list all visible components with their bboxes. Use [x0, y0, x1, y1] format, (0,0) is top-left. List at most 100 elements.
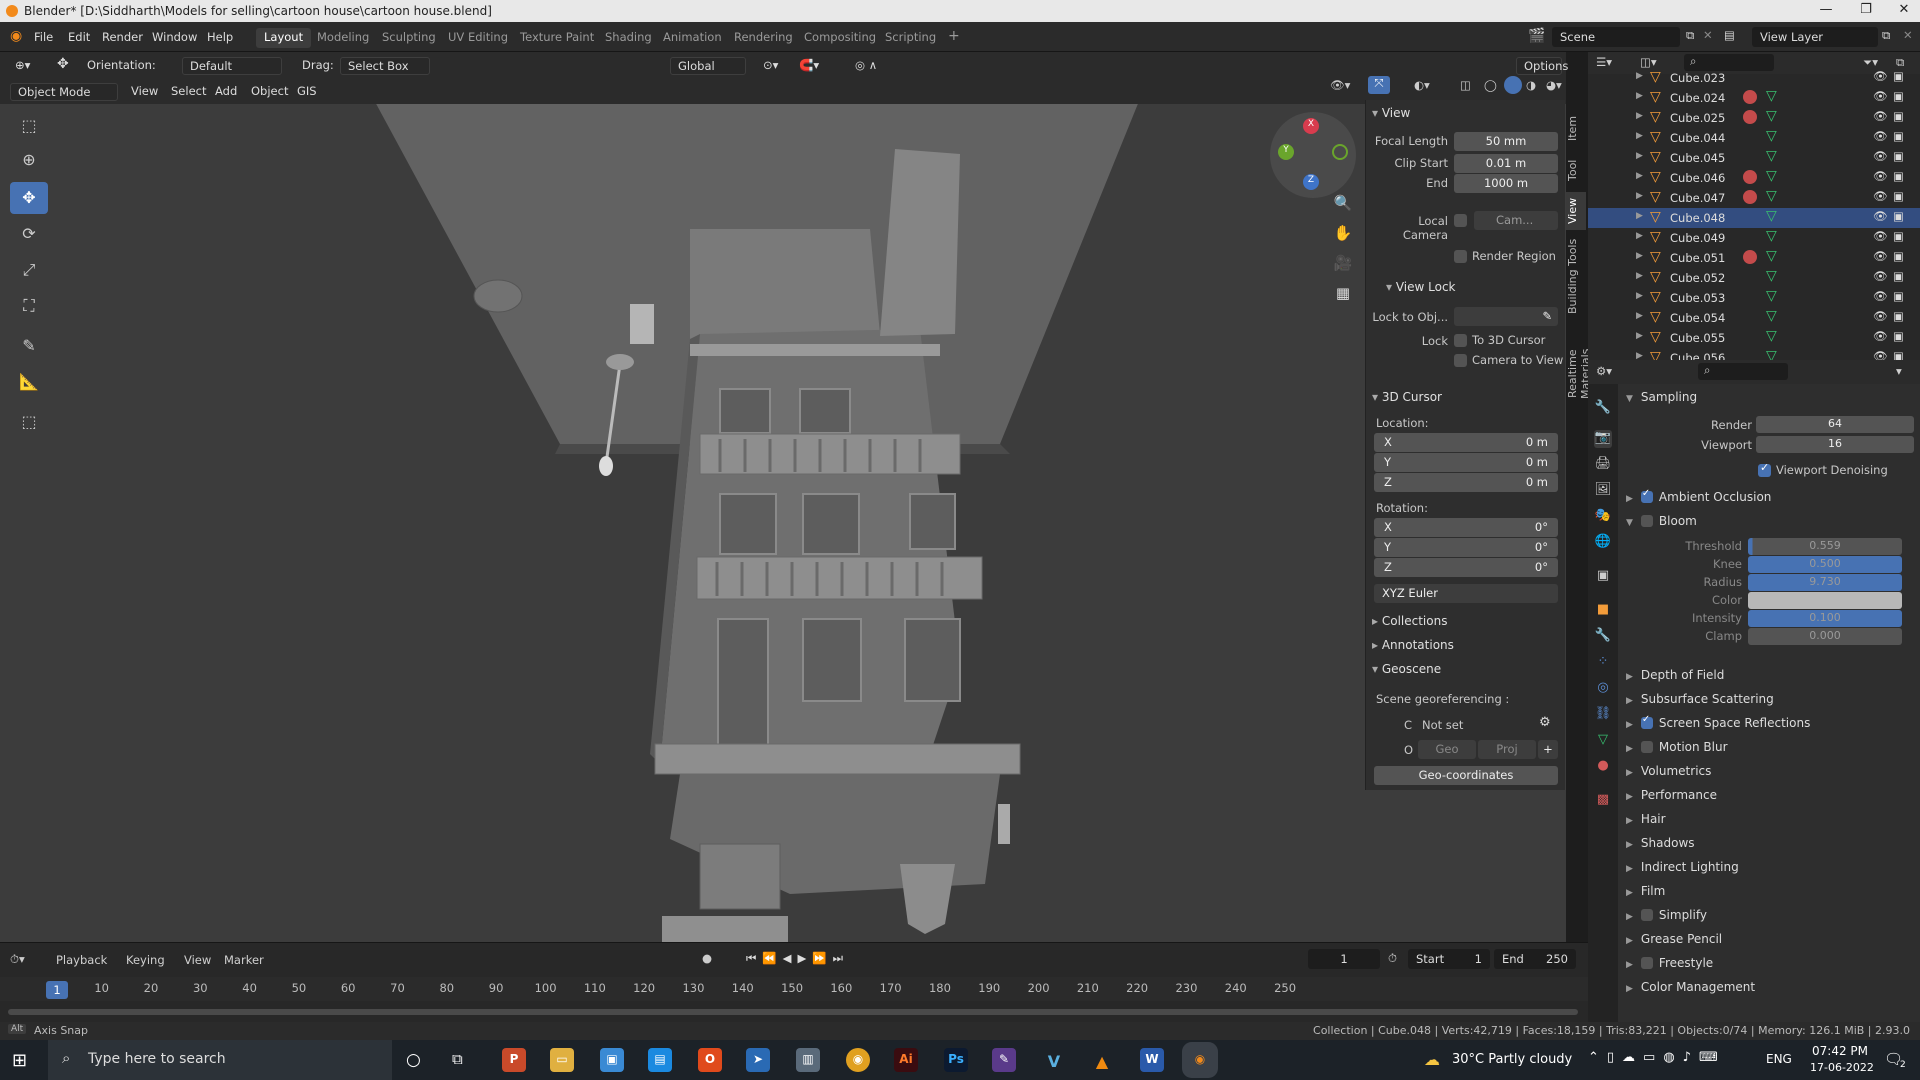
object-name[interactable]: Cube.054 [1670, 311, 1725, 325]
proj-button[interactable]: Proj [1478, 740, 1536, 759]
render-camera-icon[interactable]: ▣ [1893, 69, 1904, 83]
expand-arrow-icon[interactable]: ▶ [1626, 816, 1633, 826]
render-camera-icon[interactable]: ▣ [1893, 189, 1904, 203]
visibility-eye-icon[interactable]: 👁 [1873, 69, 1888, 83]
menu-select[interactable]: Select [164, 83, 213, 101]
object-name[interactable]: Cube.023 [1670, 71, 1725, 85]
collection-tab-icon[interactable]: ▣ [1594, 568, 1612, 586]
vscode-icon[interactable]: V [1042, 1048, 1066, 1072]
outliner-editor-icon[interactable]: ☰▾ [1596, 55, 1612, 69]
material-shading-icon[interactable]: ◑ [1526, 78, 1536, 92]
render-camera-icon[interactable]: ▣ [1893, 249, 1904, 263]
scale-icon[interactable]: ⤢ [10, 254, 48, 286]
expand-arrow-icon[interactable]: ▶ [1626, 936, 1633, 946]
expand-arrow-icon[interactable]: ▶ [1636, 91, 1643, 101]
outliner-row[interactable]: ▶ ▽ Cube.025 ▽ 👁 ▣ [1588, 108, 1920, 128]
tab-compositing[interactable]: Compositing [796, 28, 884, 48]
mode-dropdown[interactable]: Object Mode [10, 83, 118, 101]
expand-arrow-icon[interactable]: ▶ [1626, 696, 1633, 706]
render-section[interactable]: ▶ Performance [1626, 788, 1717, 802]
outliner-row[interactable]: ▶ ▽ Cube.047 ▽ 👁 ▣ [1588, 188, 1920, 208]
clip-end-field[interactable]: 1000 m [1454, 174, 1558, 193]
render-region-checkbox[interactable] [1454, 250, 1467, 263]
object-name[interactable]: Cube.044 [1670, 131, 1725, 145]
telegram-icon[interactable]: ➤ [746, 1048, 770, 1072]
expand-arrow-icon[interactable]: ▶ [1636, 251, 1643, 261]
display-mode-icon[interactable]: ◫▾ [1640, 55, 1657, 69]
expand-arrow-icon[interactable]: ▶ [1626, 840, 1633, 850]
inkscape-icon[interactable]: ✎ [992, 1048, 1016, 1072]
constraints-tab-icon[interactable]: ⛓ [1594, 706, 1612, 724]
object-name[interactable]: Cube.049 [1670, 231, 1725, 245]
powerpoint-icon[interactable]: P [502, 1048, 526, 1072]
focal-length-field[interactable]: 50 mm [1454, 132, 1558, 151]
render-section[interactable]: ▶ Film [1626, 884, 1665, 898]
add-workspace-button[interactable]: + [940, 26, 968, 46]
new-scene-icon[interactable]: ⧉ [1686, 28, 1694, 43]
render-tab-icon[interactable]: 📷 [1594, 430, 1612, 448]
bloom-field-slider[interactable]: 9.730 [1748, 574, 1902, 591]
ambient-occlusion-section[interactable]: ▶Ambient Occlusion [1626, 488, 1771, 504]
cursor-location-y[interactable]: Y0 m [1374, 453, 1558, 472]
options-dropdown[interactable]: Options [1516, 57, 1568, 75]
visibility-eye-icon[interactable]: 👁 [1873, 189, 1888, 203]
outliner-row[interactable]: ▶ ▽ Cube.023 👁 ▣ [1588, 68, 1920, 88]
expand-arrow-icon[interactable]: ▶ [1626, 672, 1633, 682]
taskbar-search-box[interactable]: ⌕ Type here to search [48, 1040, 392, 1080]
tool-tab-icon[interactable]: 🔧 [1594, 400, 1612, 418]
collections-section-header[interactable]: Collections [1372, 614, 1448, 628]
visibility-eye-icon[interactable]: 👁 [1873, 129, 1888, 143]
task-view-icon[interactable]: ⧉ [452, 1050, 463, 1068]
cursor-rotation-y[interactable]: Y 0° [1374, 538, 1558, 557]
expand-arrow-icon[interactable]: ▶ [1636, 271, 1643, 281]
clock-icon[interactable]: ⏱ [1388, 951, 1397, 966]
expand-arrow-icon[interactable]: ▶ [1626, 792, 1633, 802]
render-section[interactable]: ▶ Freestyle [1626, 956, 1713, 970]
cursor-rotation-z[interactable]: Z 0° [1374, 558, 1558, 577]
tab-texture-paint[interactable]: Texture Paint [512, 28, 602, 48]
visibility-eye-icon[interactable]: 👁 [1873, 289, 1888, 303]
expand-arrow-icon[interactable]: ▶ [1636, 291, 1643, 301]
navigation-gizmo[interactable]: X Y Z [1270, 112, 1356, 198]
expand-arrow-icon[interactable]: ▶ [1636, 191, 1643, 201]
rotate-icon[interactable]: ⟳ [10, 218, 48, 250]
render-camera-icon[interactable]: ▣ [1893, 289, 1904, 303]
expand-arrow-icon[interactable]: ▶ [1636, 111, 1643, 121]
properties-editor-icon[interactable]: ⚙▾ [1596, 364, 1612, 378]
solid-shading-icon[interactable] [1504, 76, 1522, 94]
bloom-section[interactable]: ▼ Bloom [1626, 514, 1697, 528]
object-name[interactable]: Cube.045 [1670, 151, 1725, 165]
outliner-row[interactable]: ▶ ▽ Cube.049 ▽ 👁 ▣ [1588, 228, 1920, 248]
cursor-icon[interactable]: ⊕ [10, 144, 48, 176]
world-tab-icon[interactable]: 🌐 [1594, 534, 1612, 552]
material-tab-icon[interactable]: ● [1594, 758, 1612, 776]
render-section[interactable]: ▶ Simplify [1626, 908, 1707, 922]
object-name[interactable]: Cube.052 [1670, 271, 1725, 285]
output-tab-icon[interactable]: 🖨 [1594, 456, 1612, 474]
visibility-eye-icon[interactable]: 👁 [1873, 89, 1888, 103]
visibility-eye-icon[interactable]: 👁 [1873, 249, 1888, 263]
expand-arrow-icon[interactable]: ▶ [1626, 984, 1633, 994]
blender-menu-icon[interactable]: ◉ [10, 28, 22, 44]
object-tab-icon[interactable]: ■ [1594, 602, 1612, 620]
camera-view-icon[interactable]: 🎥 [1330, 254, 1356, 280]
visibility-icon[interactable]: 👁▾ [1330, 78, 1350, 92]
gizmo-z-axis[interactable]: Z [1303, 174, 1319, 190]
gear-icon[interactable]: ⚙ [1539, 715, 1551, 730]
viewport-denoising-checkbox[interactable] [1758, 461, 1771, 477]
outliner-row[interactable]: ▶ ▽ Cube.055 ▽ 👁 ▣ [1588, 328, 1920, 348]
view-lock-section-header[interactable]: View Lock [1386, 280, 1456, 294]
proportional-edit-icon[interactable]: ◎ ∧ [848, 57, 884, 75]
object-name[interactable]: Cube.047 [1670, 191, 1725, 205]
viewport-samples-field[interactable]: 16 [1756, 436, 1914, 453]
end-frame-field[interactable]: End 250 [1494, 949, 1576, 969]
expand-arrow-icon[interactable]: ▶ [1626, 912, 1633, 922]
tab-modeling[interactable]: Modeling [309, 28, 377, 48]
outliner-row[interactable]: ▶ ▽ Cube.053 ▽ 👁 ▣ [1588, 288, 1920, 308]
3d-viewport[interactable]: X Y Z 🔍 ✋ 🎥 ▦ 👁▾ ⤧ ◐▾ ◫ ◯ ◑ ◕▾ [0, 76, 1566, 942]
object-name[interactable]: Cube.048 [1670, 211, 1725, 225]
render-section[interactable]: ▶ Subsurface Scattering [1626, 692, 1774, 706]
properties-options-icon[interactable]: ▾ [1896, 364, 1902, 378]
photoshop-icon[interactable]: Ps [944, 1048, 968, 1072]
outliner-row[interactable]: ▶ ▽ Cube.046 ▽ 👁 ▣ [1588, 168, 1920, 188]
